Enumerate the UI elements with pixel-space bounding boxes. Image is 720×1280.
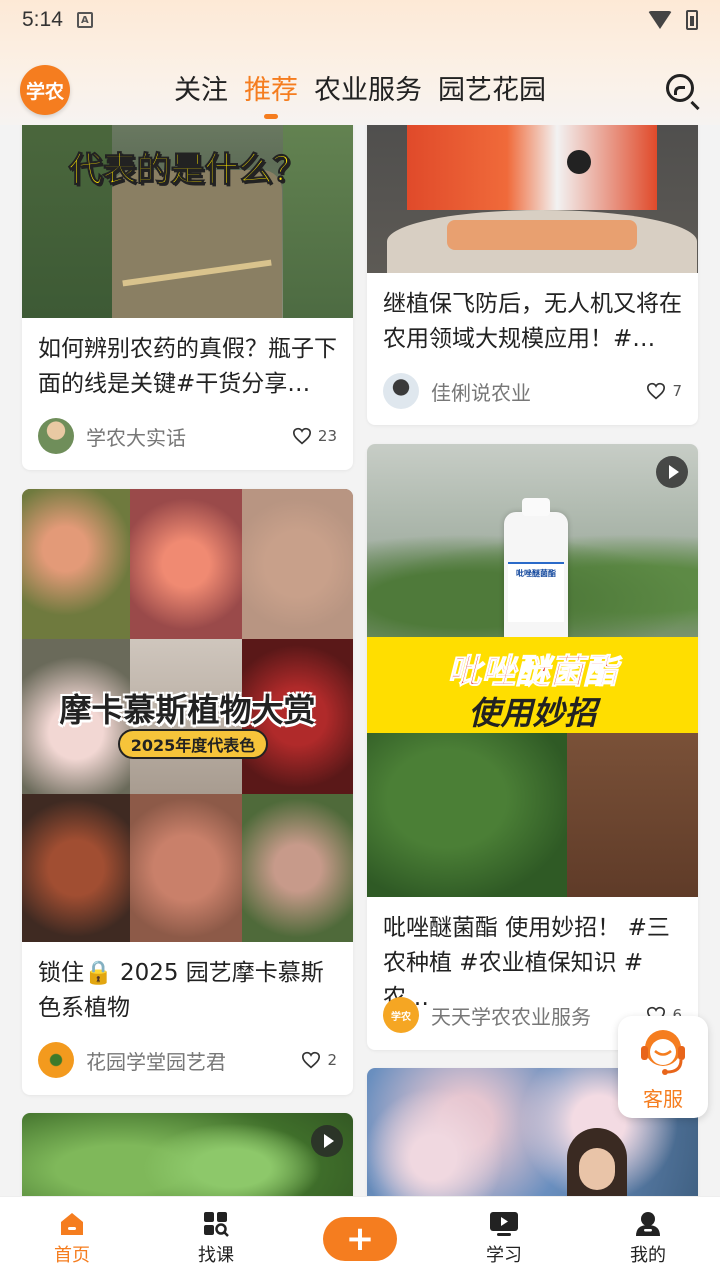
- top-nav: 学农 关注 推荐 农业服务 园艺花园: [0, 55, 720, 125]
- tab-follow[interactable]: 关注: [174, 68, 228, 113]
- feed-card[interactable]: 吡唑醚菌酯 吡唑醚菌酯 使用妙招 吡唑醚菌酯 使用妙招！ #三农种植 #农业植保…: [367, 444, 698, 1050]
- heart-icon: [647, 382, 666, 400]
- tab-bar: 关注 推荐 农业服务 园艺花园: [174, 68, 546, 113]
- author-name: 佳俐说农业: [431, 380, 531, 405]
- thumbnail-caption-line1: 吡唑醚菌酯: [447, 652, 618, 693]
- nav-home-label: 首页: [54, 1244, 90, 1266]
- like-count: 7: [672, 382, 682, 400]
- play-icon[interactable]: [311, 1125, 343, 1157]
- notification-icon: A: [76, 12, 93, 28]
- nav-study[interactable]: 学习: [432, 1197, 576, 1280]
- card-thumbnail: 摩卡慕斯植物大赏 2025年度代表色: [22, 489, 353, 942]
- customer-service-button[interactable]: 客服: [618, 1016, 708, 1118]
- headset-icon: [641, 1030, 685, 1075]
- plus-icon: +: [323, 1216, 397, 1261]
- author-avatar: 学农: [383, 997, 419, 1033]
- card-title: 如何辨别农药的真假？瓶子下面的线是关键#干货分享…: [38, 336, 337, 397]
- author-name: 学农大实话: [86, 425, 186, 450]
- bottom-nav: 首页 找课 + 学习 我的: [0, 1196, 720, 1280]
- like-button[interactable]: 2: [301, 1051, 337, 1069]
- thumbnail-caption-line2: 使用妙招: [468, 694, 597, 732]
- status-time: 5:14: [22, 8, 63, 31]
- nav-find-course[interactable]: 找课: [144, 1197, 288, 1280]
- wifi-icon: [648, 11, 672, 29]
- nav-create[interactable]: +: [288, 1197, 432, 1280]
- product-bottle: 吡唑醚菌酯: [504, 498, 568, 642]
- card-meta: 花园学堂园艺君 2: [22, 1042, 353, 1078]
- author-name: 天天学农农业服务: [431, 1004, 591, 1029]
- like-count: 23: [317, 427, 337, 445]
- video-icon: [490, 1211, 518, 1236]
- like-button[interactable]: 23: [292, 427, 337, 445]
- author-avatar: [38, 418, 74, 454]
- tab-garden[interactable]: 园艺花园: [438, 68, 546, 113]
- home-icon: [61, 1212, 83, 1235]
- nav-study-label: 学习: [486, 1244, 522, 1266]
- nav-mine-label: 我的: [630, 1244, 666, 1266]
- play-icon[interactable]: [656, 456, 688, 488]
- search-icon: [666, 74, 694, 102]
- thumbnail-caption: 摩卡慕斯植物大赏: [59, 691, 316, 729]
- card-title: 继植保飞防后，无人机又将在农用领域大规模应用！#…: [383, 291, 682, 352]
- app-logo[interactable]: 学农: [20, 65, 70, 115]
- thumbnail-caption: 代表的是什么？: [68, 150, 307, 191]
- nav-home[interactable]: 首页: [0, 1197, 144, 1280]
- bottle-label: 吡唑醚菌酯: [516, 569, 556, 578]
- author-name: 花园学堂园艺君: [86, 1049, 226, 1074]
- status-bar: 5:14 A: [0, 0, 720, 40]
- user-icon: [636, 1211, 660, 1236]
- author-avatar: [38, 1042, 74, 1078]
- heart-icon: [292, 427, 311, 445]
- card-meta: 佳俐说农业 7: [367, 373, 698, 409]
- customer-service-label: 客服: [643, 1087, 683, 1111]
- search-button[interactable]: [664, 72, 700, 111]
- grid-search-icon: [204, 1211, 229, 1237]
- card-meta: 学农大实话 23: [22, 418, 353, 454]
- tab-agri-service[interactable]: 农业服务: [314, 68, 422, 113]
- author-avatar-logo: 学农: [391, 1011, 411, 1023]
- like-count: 2: [327, 1051, 337, 1069]
- thumbnail-badge: 2025年度代表色: [118, 729, 268, 759]
- heart-icon: [302, 1051, 321, 1069]
- feed-card[interactable]: 摩卡慕斯植物大赏 2025年度代表色 锁住🔒 2025 园艺摩卡慕斯色系植物 花…: [22, 489, 353, 1095]
- like-button[interactable]: 7: [646, 382, 682, 400]
- tab-recommend[interactable]: 推荐: [244, 68, 298, 113]
- feed: 代表的是什么？ 如何辨别农药的真假？瓶子下面的线是关键#干货分享… 学农大实话 …: [0, 0, 720, 1280]
- nav-mine[interactable]: 我的: [576, 1197, 720, 1280]
- card-title: 锁住🔒 2025 园艺摩卡慕斯色系植物: [38, 960, 324, 1021]
- battery-icon: [686, 10, 698, 30]
- author-avatar: [383, 373, 419, 409]
- card-thumbnail: 吡唑醚菌酯 吡唑醚菌酯 使用妙招: [367, 444, 698, 897]
- nav-find-course-label: 找课: [198, 1244, 234, 1266]
